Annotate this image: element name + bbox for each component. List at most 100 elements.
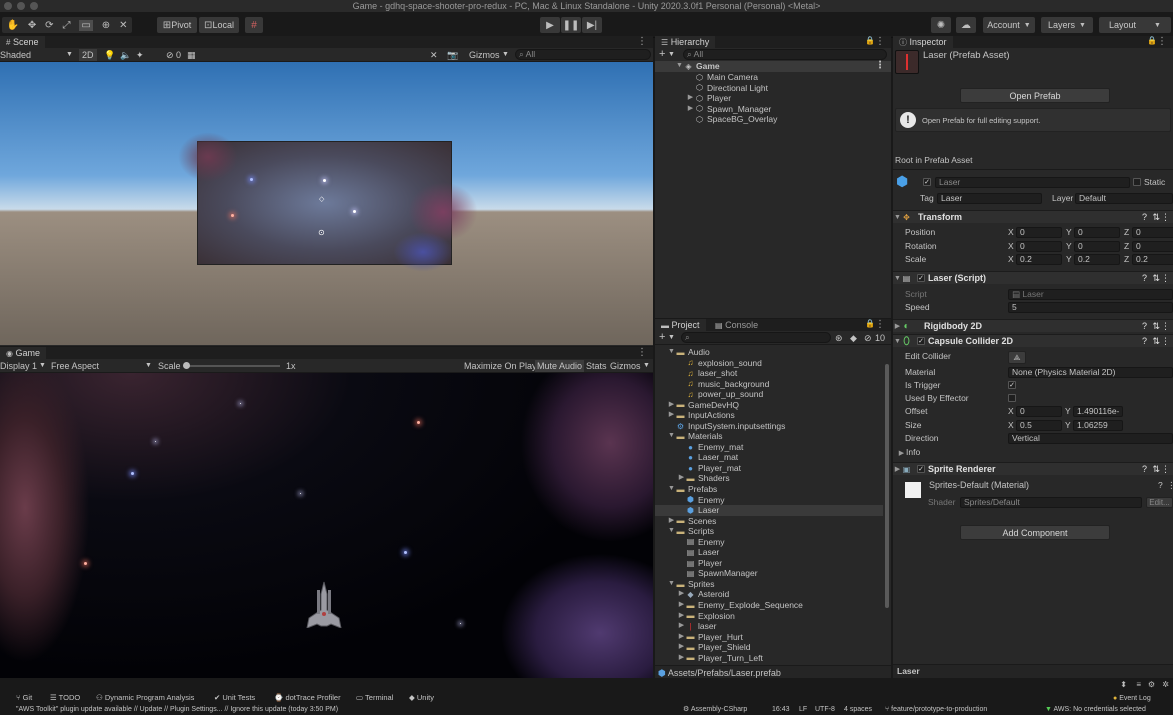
play-button[interactable]: ▶ xyxy=(540,17,560,33)
game-menu-icon[interactable]: ⋮ xyxy=(637,347,647,358)
project-item[interactable]: ▶ ▬ Enemy_Explode_Sequence xyxy=(655,600,883,611)
edit-shader-button[interactable]: Edit... xyxy=(1146,497,1173,508)
rect-tool-icon[interactable]: ▭ xyxy=(79,19,93,31)
size-x-field[interactable]: 0.5 xyxy=(1016,420,1062,431)
2d-toggle[interactable]: 2D xyxy=(79,49,97,61)
project-item[interactable]: ▶ ▬ Scenes xyxy=(655,516,883,527)
bottom-tab[interactable]: ⌚ dotTrace Profiler xyxy=(274,692,341,704)
settings-icon[interactable]: ⚙ xyxy=(1148,680,1155,689)
tab-inspector[interactable]: ⓘ Inspector xyxy=(893,36,953,48)
maximize-on-play-toggle[interactable]: Maximize On Play xyxy=(464,360,537,372)
status-message[interactable]: "AWS Toolkit" plugin update available //… xyxy=(16,704,338,715)
expand-arrow-icon[interactable]: ▼ xyxy=(667,431,676,442)
hierarchy-root-game[interactable]: ▼ ◈ Game ⋮ xyxy=(655,60,891,72)
lock-icon[interactable]: 🔒 xyxy=(1147,36,1157,45)
bug-icon[interactable]: ✲ xyxy=(1162,680,1169,689)
offset-y-field[interactable]: 1.490116e- xyxy=(1073,406,1123,417)
speed-field[interactable]: 5 xyxy=(1008,302,1173,313)
used-by-effector-checkbox[interactable] xyxy=(1008,394,1016,402)
project-item[interactable]: ♫ laser_shot xyxy=(655,368,883,379)
component-menu-icon[interactable]: ⋮ xyxy=(1161,336,1170,347)
tag-dropdown[interactable]: Laser xyxy=(937,193,1042,204)
project-item[interactable]: ▶ ▬ Player_Shield xyxy=(655,642,883,653)
hierarchy-item[interactable]: ⬡ SpaceBG_Overlay xyxy=(655,114,891,125)
project-item[interactable]: ▶ ▬ Player_Hurt xyxy=(655,632,883,643)
project-item[interactable]: ⬢ Laser xyxy=(655,505,883,516)
project-item[interactable]: ▤ SpawnManager xyxy=(655,568,883,579)
component-menu-icon[interactable]: ⋮ xyxy=(1161,212,1170,223)
expand-arrow-icon[interactable]: ▼ xyxy=(667,579,676,590)
add-component-button[interactable]: Add Component xyxy=(960,525,1110,540)
encoding[interactable]: UTF-8 xyxy=(815,704,835,715)
expand-arrow-icon[interactable]: ▶ xyxy=(686,104,695,115)
hierarchy-item[interactable]: ▶ ⬡ Spawn_Manager xyxy=(655,104,891,115)
physics-material-field[interactable]: None (Physics Material 2D) xyxy=(1008,367,1173,378)
collab-button[interactable]: ✺ xyxy=(931,17,951,33)
camera-gizmo-icon[interactable]: ⊙ xyxy=(318,228,325,237)
offset-x-field[interactable]: 0 xyxy=(1016,406,1062,417)
custom-tool-icon[interactable]: ✕ xyxy=(119,20,127,31)
tools-icon[interactable]: ✕ xyxy=(430,49,438,61)
preset-icon[interactable]: ⇅ xyxy=(1152,336,1160,347)
project-item[interactable]: ● Enemy_mat xyxy=(655,442,883,453)
stats-toggle[interactable]: Stats xyxy=(586,360,607,372)
component-menu-icon[interactable]: ⋮ xyxy=(1161,321,1170,332)
hierarchy-menu-icon[interactable]: ⋮ xyxy=(875,36,885,47)
layer-dropdown[interactable]: Default xyxy=(1075,193,1173,204)
rotate-tool-icon[interactable]: ⟳ xyxy=(45,20,53,31)
pause-button[interactable]: ❚❚ xyxy=(561,17,581,33)
component-enabled-checkbox[interactable]: ✓ xyxy=(917,274,925,282)
position-y-field[interactable]: 0 xyxy=(1074,227,1120,238)
scale-tool-icon[interactable]: ⤢ xyxy=(62,20,70,31)
hierarchy-item[interactable]: ⬡ Directional Light xyxy=(655,83,891,94)
expand-arrow-icon[interactable]: ▼ xyxy=(675,61,684,72)
filter-type-icon[interactable]: ⊛ xyxy=(835,332,843,344)
project-item[interactable]: ▤ Laser xyxy=(655,547,883,558)
laser-script-header[interactable]: ▼ ▤ ✓ Laser (Script) ? ⇅ ⋮ xyxy=(893,271,1173,284)
hierarchy-item[interactable]: ▶ ⬡ Player xyxy=(655,93,891,104)
minimize-window-icon[interactable] xyxy=(17,2,25,10)
capsule-collider-header[interactable]: ▼ ⬯ ✓ Capsule Collider 2D ? ⇅ ⋮ xyxy=(893,334,1173,347)
expand-arrow-icon[interactable]: ▶ xyxy=(893,465,902,473)
project-item[interactable]: ▤ Player xyxy=(655,558,883,569)
bottom-tab[interactable]: ▭ Terminal xyxy=(356,692,393,704)
expand-arrow-icon[interactable]: ▶ xyxy=(677,621,686,632)
transform-header[interactable]: ▼ ✥ Transform ? ⇅ ⋮ xyxy=(893,210,1173,223)
object-name-field[interactable]: Laser xyxy=(935,177,1130,188)
scale-slider-track[interactable] xyxy=(184,365,280,367)
gizmos-dropdown[interactable]: Gizmos xyxy=(469,49,500,61)
expand-arrow-icon[interactable]: ▶ xyxy=(667,516,676,527)
edit-collider-button[interactable]: ⟁ xyxy=(1008,351,1026,364)
project-item[interactable]: ● Laser_mat xyxy=(655,452,883,463)
expand-arrow-icon[interactable]: ▶ xyxy=(677,600,686,611)
hand-tool-icon[interactable]: ✋ xyxy=(6,20,18,31)
expand-arrow-icon[interactable]: ▼ xyxy=(667,526,676,537)
rotation-x-field[interactable]: 0 xyxy=(1016,240,1062,252)
shader-dropdown[interactable]: Sprites/Default xyxy=(960,497,1142,508)
expand-arrow-icon[interactable]: ▶ xyxy=(893,322,902,330)
is-trigger-checkbox[interactable]: ✓ xyxy=(1008,381,1016,389)
lighting-icon[interactable]: 💡 xyxy=(104,49,115,61)
scene-menu-icon[interactable]: ⋮ xyxy=(875,60,885,72)
bottom-tab[interactable]: ☰ TODO xyxy=(50,692,80,704)
size-y-field[interactable]: 1.06259 xyxy=(1073,420,1123,431)
scene-search-input[interactable]: ⌕ All xyxy=(515,49,651,60)
hidden-packages-icon[interactable]: ⊘ xyxy=(864,332,872,344)
display-dropdown[interactable]: Display 1 xyxy=(0,360,37,372)
layers-icon[interactable]: ≡ xyxy=(1136,680,1141,689)
script-field[interactable]: ▤ Laser xyxy=(1008,289,1173,300)
visibility-icon[interactable]: ⊘ xyxy=(166,49,174,61)
tab-game[interactable]: ◉ Game xyxy=(0,347,47,359)
project-item[interactable]: ⚙ InputSystem.inputsettings xyxy=(655,421,883,432)
tab-scene[interactable]: # Scene xyxy=(0,36,45,48)
move-tool-icon[interactable]: ✥ xyxy=(28,20,36,31)
preset-icon[interactable]: ⇅ xyxy=(1152,273,1160,284)
project-search-input[interactable]: ⌕ xyxy=(681,332,831,343)
preset-icon[interactable]: ⇅ xyxy=(1152,321,1160,332)
active-checkbox[interactable]: ✓ xyxy=(923,178,931,186)
grid-toggle-icon[interactable]: ▦ xyxy=(187,49,196,61)
expand-arrow-icon[interactable]: ▼ xyxy=(667,347,676,358)
component-menu-icon[interactable]: ⋮ xyxy=(1161,464,1170,475)
component-menu-icon[interactable]: ⋮ xyxy=(1161,273,1170,284)
bottom-tab[interactable]: ⚇ Dynamic Program Analysis xyxy=(96,692,194,704)
